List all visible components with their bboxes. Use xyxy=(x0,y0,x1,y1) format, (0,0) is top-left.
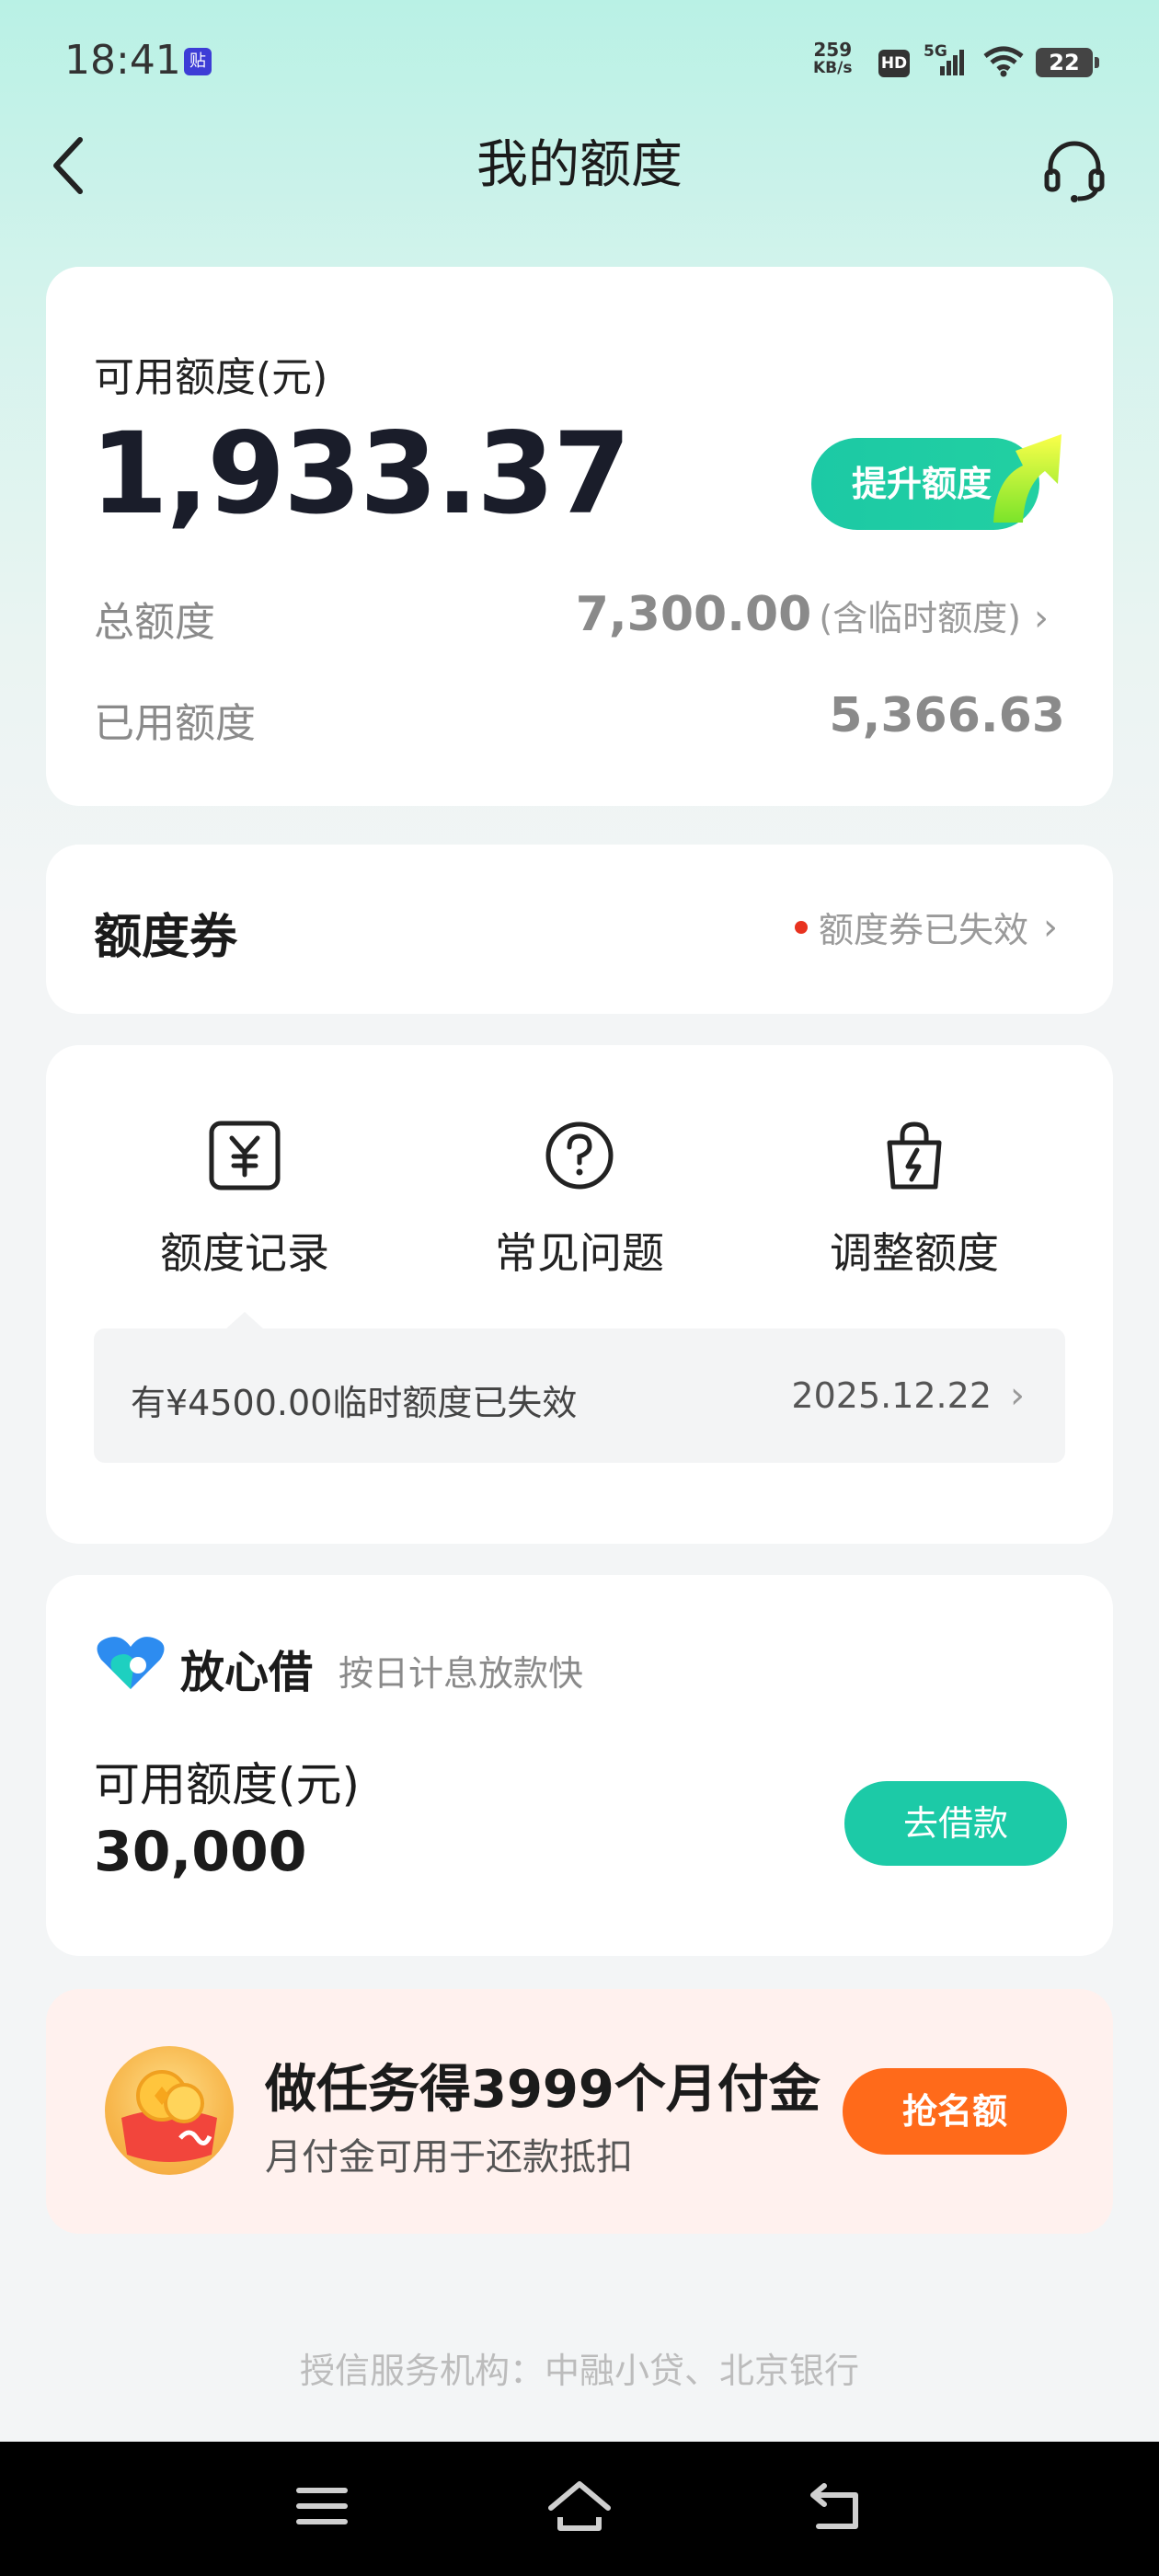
total-limit-row[interactable]: 7,300.00 (含临时额度) › xyxy=(576,587,1049,642)
coupon-card[interactable]: 额度券 额度券已失效 › xyxy=(46,845,1113,1014)
available-limit-label: 可用额度(元) xyxy=(94,354,328,401)
brand-name: 放心借 xyxy=(180,1647,314,1698)
menu-button[interactable] xyxy=(267,2460,377,2552)
notice-text: 有¥4500.00临时额度已失效 xyxy=(131,1383,578,1423)
feature-adjust-limit[interactable]: 调整额度 xyxy=(776,1117,1052,1281)
expired-limit-notice[interactable]: 有¥4500.00临时额度已失效 2025.12.22 › xyxy=(94,1312,1065,1463)
chevron-right-icon: › xyxy=(1010,1374,1025,1417)
return-icon xyxy=(810,2483,858,2529)
credit-provider-text: 授信服务机构：中融小贷、北京银行 xyxy=(299,2351,859,2391)
brand-tagline: 按日计息放款快 xyxy=(339,1653,584,1694)
home-icon xyxy=(548,2481,611,2531)
feature-label: 调整额度 xyxy=(830,1228,999,1278)
used-limit-label: 已用额度 xyxy=(94,700,256,747)
feature-faq[interactable]: 常见问题 xyxy=(442,1117,717,1281)
home-button[interactable] xyxy=(524,2460,635,2552)
total-limit-label: 总额度 xyxy=(94,599,215,646)
menu-icon xyxy=(296,2488,348,2524)
promo-subtitle: 月付金可用于还款抵扣 xyxy=(265,2136,633,2179)
borrow-button[interactable]: 去借款 xyxy=(844,1781,1067,1866)
features-card: 额度记录 常见问题 调整额度 有¥4500.00临时额度已失效 2025.12.… xyxy=(46,1045,1113,1544)
total-limit-note: (含临时额度) xyxy=(819,598,1021,638)
available-limit-value: 1,933.37 xyxy=(90,408,631,539)
notice-date-text: 2025.12.22 xyxy=(791,1375,992,1416)
feature-label: 常见问题 xyxy=(495,1228,664,1278)
feature-label: 额度记录 xyxy=(160,1228,329,1278)
coupon-status-text: 额度券已失效 xyxy=(818,910,1028,950)
promo-title: 做任务得3999个月付金 xyxy=(265,2060,820,2120)
coin-gift-icon xyxy=(105,2046,234,2175)
alert-dot xyxy=(794,920,808,934)
back-nav-button[interactable] xyxy=(782,2460,892,2552)
loan-card: 放心借 按日计息放款快 可用额度(元) 30,000 去借款 xyxy=(46,1575,1113,1956)
headset-icon xyxy=(1044,141,1105,202)
battery-icon: 22 xyxy=(1036,48,1099,77)
arrow-up-icon xyxy=(986,414,1074,528)
chevron-right-icon: › xyxy=(1034,597,1049,639)
page-title: 我的额度 xyxy=(476,135,683,195)
question-icon xyxy=(541,1117,618,1194)
customer-service-button[interactable] xyxy=(1030,127,1119,215)
hd-badge: HD xyxy=(878,50,910,77)
brand-logo-icon xyxy=(94,1634,167,1695)
chevron-right-icon: › xyxy=(1043,905,1058,949)
chevron-left-icon xyxy=(53,137,83,194)
network-speed: 259 KB/s xyxy=(813,39,853,77)
wifi-icon xyxy=(982,46,1025,81)
feature-limit-record[interactable]: 额度记录 xyxy=(107,1117,383,1281)
used-limit-value: 5,366.63 xyxy=(829,688,1065,743)
notice-date: 2025.12.22 › xyxy=(791,1374,1025,1417)
system-nav-bar xyxy=(0,2442,1159,2576)
coupon-status: 额度券已失效 › xyxy=(794,902,1058,952)
coupon-title: 额度券 xyxy=(94,910,238,965)
notification-app-icon: 贴 xyxy=(184,48,212,75)
bag-bolt-icon xyxy=(876,1117,953,1194)
yuan-record-icon xyxy=(206,1117,283,1194)
back-button[interactable] xyxy=(37,129,101,202)
grab-quota-button[interactable]: 抢名额 xyxy=(843,2068,1067,2155)
limit-card: 可用额度(元) 1,933.37 提升额度 总额度 7,300.00 (含临时额… xyxy=(46,267,1113,806)
status-time: 18:41 xyxy=(64,37,181,84)
loan-available-label: 可用额度(元) xyxy=(94,1758,361,1811)
loan-available-value: 30,000 xyxy=(94,1820,307,1884)
promo-banner[interactable]: 做任务得3999个月付金 月付金可用于还款抵扣 抢名额 xyxy=(46,1989,1113,2234)
total-limit-value: 7,300.00 xyxy=(575,587,812,642)
